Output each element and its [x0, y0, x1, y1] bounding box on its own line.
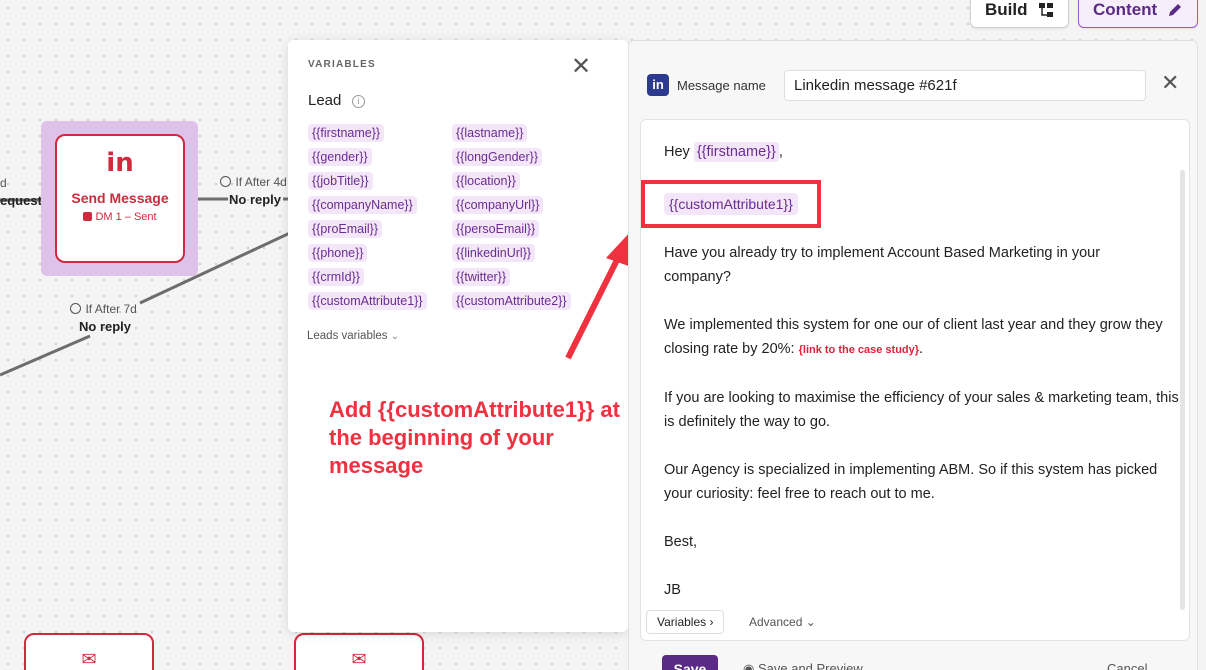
pencil-icon: [1169, 4, 1182, 16]
chart-mini-icon: [83, 212, 93, 221]
clock-icon: [70, 303, 81, 314]
build-button[interactable]: Build: [970, 0, 1069, 28]
email-node[interactable]: ✉: [294, 633, 424, 670]
content-label: Content: [1093, 0, 1158, 19]
edge-2-label: No reply: [79, 319, 132, 334]
variable-chip[interactable]: {{companyUrl}}: [452, 196, 544, 214]
variable-chip[interactable]: {{twitter}}: [452, 268, 511, 286]
clock-icon: [220, 176, 231, 187]
linkedin-icon: in: [106, 148, 134, 178]
eye-icon: ◉: [743, 661, 755, 670]
custom-attribute-chip[interactable]: {{customAttribute1}}: [664, 193, 798, 215]
message-editor-panel: in Message name ✕ Hey {{firstname}}, {{c…: [628, 40, 1198, 670]
greeting-line: Hey {{firstname}},: [664, 140, 1184, 164]
variable-chip[interactable]: {{proEmail}}: [308, 220, 383, 238]
edge-1-timing-text: If After 4d: [235, 175, 287, 189]
variable-chip[interactable]: {{lastname}}: [452, 124, 528, 142]
left-edge-request-label: equest: [0, 193, 42, 208]
flow-tree-icon: [1038, 3, 1053, 17]
leads-variables-dropdown[interactable]: Leads variables ⌄: [307, 330, 399, 342]
variables-button-label: Variables: [657, 615, 707, 629]
paragraph-2: We implemented this system for one our o…: [664, 313, 1184, 362]
lead-section-title: Lead: [308, 92, 342, 109]
greeting-prefix: Hey: [664, 144, 690, 160]
case-study-link[interactable]: {link to the case study}: [799, 344, 919, 356]
variable-chip[interactable]: {{phone}}: [308, 244, 368, 262]
close-icon[interactable]: ✕: [571, 52, 591, 80]
node-status: DM 1 – Sent: [95, 211, 157, 223]
cancel-button[interactable]: Cancel: [1107, 661, 1147, 670]
chevron-down-icon: ⌄: [805, 615, 816, 629]
mail-icon: ✉: [351, 649, 367, 669]
message-name-label: Message name: [677, 78, 766, 93]
variable-chip[interactable]: {{gender}}: [308, 148, 372, 166]
signature: JB: [664, 582, 681, 598]
advanced-label: Advanced: [749, 615, 803, 629]
left-edge-label: d: [0, 176, 7, 190]
variable-chip[interactable]: {{crmId}}: [308, 268, 364, 286]
email-node[interactable]: ✉: [24, 633, 154, 670]
edge-2-timing-text: If After 7d: [85, 302, 137, 316]
variable-chip[interactable]: {{companyName}}: [308, 196, 417, 214]
leads-variables-label: Leads variables: [307, 330, 388, 342]
variable-chip[interactable]: {{linkedinUrl}}: [452, 244, 536, 262]
variable-chip[interactable]: {{customAttribute1}}: [308, 292, 427, 310]
content-button[interactable]: Content: [1078, 0, 1199, 28]
mail-icon: ✉: [81, 649, 97, 669]
save-button[interactable]: Save: [662, 655, 718, 670]
paragraph-4: Our Agency is specialized in implementin…: [664, 462, 1158, 502]
variables-button[interactable]: Variables ›: [646, 610, 725, 634]
message-name-input[interactable]: [784, 70, 1146, 101]
save-and-preview-button[interactable]: ◉ Save and Preview: [743, 661, 863, 670]
paragraph-3: If you are looking to maximise the effic…: [664, 390, 1179, 430]
advanced-dropdown[interactable]: Advanced ⌄: [749, 615, 816, 629]
variable-chip[interactable]: {{jobTitle}}: [308, 172, 373, 190]
variable-chip[interactable]: {{longGender}}: [452, 148, 543, 166]
edge-1-label: No reply: [229, 192, 282, 207]
variable-chip[interactable]: {{customAttribute2}}: [452, 292, 571, 310]
chevron-right-icon: ›: [709, 615, 714, 629]
greeting-suffix: ,: [778, 144, 783, 160]
edge-1-timing: If After 4d: [220, 173, 287, 191]
close-icon[interactable]: ✕: [1161, 71, 1179, 96]
annotation-text: Add {{customAttribute1}} at the beginnin…: [329, 397, 620, 478]
send-message-node[interactable]: in Send Message DM 1 – Sent: [55, 134, 185, 263]
variable-chip[interactable]: {{persoEmail}}: [452, 220, 540, 238]
signoff: Best,: [664, 534, 698, 550]
firstname-chip[interactable]: {{firstname}}: [693, 142, 779, 162]
info-icon[interactable]: i: [352, 95, 365, 108]
paragraph-2-end: .: [919, 341, 924, 357]
scrollbar[interactable]: [1180, 170, 1185, 610]
linkedin-badge-icon: in: [647, 74, 669, 96]
build-label: Build: [985, 0, 1028, 19]
variable-chip[interactable]: {{location}}: [452, 172, 520, 190]
edge-2-timing: If After 7d: [70, 300, 137, 318]
variables-header: VARIABLES: [308, 59, 376, 70]
node-title: Send Message: [71, 190, 169, 206]
send-message-node-selection[interactable]: in Send Message DM 1 – Sent: [41, 121, 198, 276]
save-preview-label: Save and Preview: [757, 661, 863, 670]
chevron-down-icon: ⌄: [390, 331, 400, 342]
variable-chip[interactable]: {{firstname}}: [308, 124, 385, 142]
node-subtitle: DM 1 – Sent: [57, 211, 183, 223]
paragraph-1: Have you already try to implement Accoun…: [664, 245, 1101, 285]
message-body-editor[interactable]: Hey {{firstname}}, {{customAttribute1}} …: [640, 119, 1190, 641]
